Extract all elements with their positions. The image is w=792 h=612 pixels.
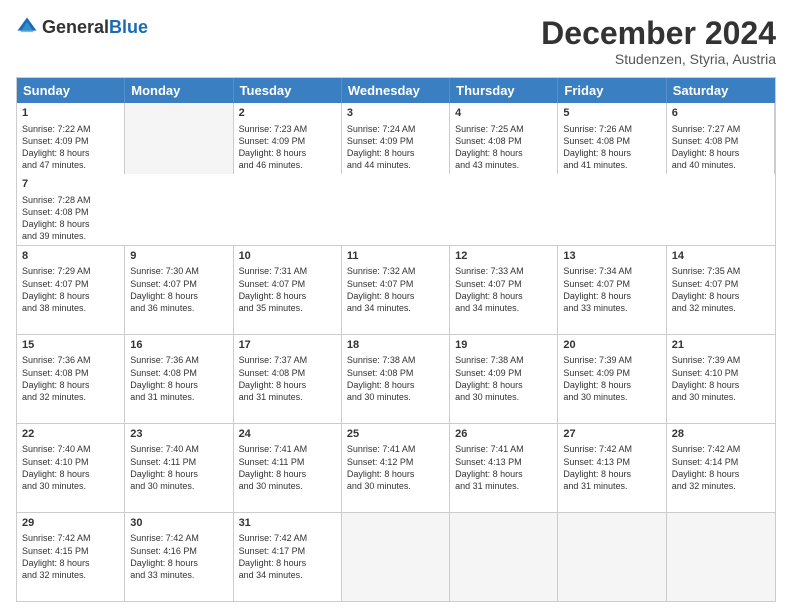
day-header-sunday: Sunday	[17, 78, 125, 103]
logo-icon	[16, 16, 38, 38]
logo-area: GeneralBlue	[16, 16, 148, 38]
calendar-cell-empty	[125, 103, 233, 174]
month-title: December 2024	[541, 16, 776, 51]
calendar-cell: 22Sunrise: 7:40 AMSunset: 4:10 PMDayligh…	[17, 424, 125, 512]
page: GeneralBlue December 2024 Studenzen, Sty…	[0, 0, 792, 612]
location-title: Studenzen, Styria, Austria	[541, 51, 776, 67]
calendar-cell: 23Sunrise: 7:40 AMSunset: 4:11 PMDayligh…	[125, 424, 233, 512]
calendar-cell: 10Sunrise: 7:31 AMSunset: 4:07 PMDayligh…	[234, 246, 342, 334]
calendar-cell: 9Sunrise: 7:30 AMSunset: 4:07 PMDaylight…	[125, 246, 233, 334]
calendar-cell: 3Sunrise: 7:24 AMSunset: 4:09 PMDaylight…	[342, 103, 450, 174]
calendar-cell: 7Sunrise: 7:28 AMSunset: 4:08 PMDaylight…	[17, 174, 125, 245]
calendar-cell: 25Sunrise: 7:41 AMSunset: 4:12 PMDayligh…	[342, 424, 450, 512]
calendar-cell: 16Sunrise: 7:36 AMSunset: 4:08 PMDayligh…	[125, 335, 233, 423]
calendar-cell: 6Sunrise: 7:27 AMSunset: 4:08 PMDaylight…	[667, 103, 775, 174]
logo: GeneralBlue	[16, 16, 148, 38]
calendar-cell: 31Sunrise: 7:42 AMSunset: 4:17 PMDayligh…	[234, 513, 342, 601]
calendar-week: 22Sunrise: 7:40 AMSunset: 4:10 PMDayligh…	[17, 423, 775, 512]
calendar-cell-empty	[667, 513, 775, 601]
calendar-cell: 1Sunrise: 7:22 AMSunset: 4:09 PMDaylight…	[17, 103, 125, 174]
calendar-cell: 17Sunrise: 7:37 AMSunset: 4:08 PMDayligh…	[234, 335, 342, 423]
calendar-cell: 14Sunrise: 7:35 AMSunset: 4:07 PMDayligh…	[667, 246, 775, 334]
day-header-tuesday: Tuesday	[234, 78, 342, 103]
calendar-cell-empty	[342, 513, 450, 601]
calendar-week: 15Sunrise: 7:36 AMSunset: 4:08 PMDayligh…	[17, 334, 775, 423]
calendar-cell: 12Sunrise: 7:33 AMSunset: 4:07 PMDayligh…	[450, 246, 558, 334]
calendar-cell: 29Sunrise: 7:42 AMSunset: 4:15 PMDayligh…	[17, 513, 125, 601]
day-header-monday: Monday	[125, 78, 233, 103]
calendar-cell-empty	[450, 513, 558, 601]
calendar-cell: 20Sunrise: 7:39 AMSunset: 4:09 PMDayligh…	[558, 335, 666, 423]
calendar-cell: 5Sunrise: 7:26 AMSunset: 4:08 PMDaylight…	[558, 103, 666, 174]
calendar-cell: 18Sunrise: 7:38 AMSunset: 4:08 PMDayligh…	[342, 335, 450, 423]
calendar: SundayMondayTuesdayWednesdayThursdayFrid…	[16, 77, 776, 602]
header: GeneralBlue December 2024 Studenzen, Sty…	[16, 16, 776, 67]
calendar-cell: 13Sunrise: 7:34 AMSunset: 4:07 PMDayligh…	[558, 246, 666, 334]
day-header-thursday: Thursday	[450, 78, 558, 103]
calendar-header-row: SundayMondayTuesdayWednesdayThursdayFrid…	[17, 78, 775, 103]
day-header-wednesday: Wednesday	[342, 78, 450, 103]
logo-text: GeneralBlue	[42, 17, 148, 38]
calendar-cell: 27Sunrise: 7:42 AMSunset: 4:13 PMDayligh…	[558, 424, 666, 512]
title-area: December 2024 Studenzen, Styria, Austria	[541, 16, 776, 67]
calendar-body: 1Sunrise: 7:22 AMSunset: 4:09 PMDaylight…	[17, 103, 775, 601]
day-header-friday: Friday	[558, 78, 666, 103]
calendar-cell: 26Sunrise: 7:41 AMSunset: 4:13 PMDayligh…	[450, 424, 558, 512]
calendar-cell: 30Sunrise: 7:42 AMSunset: 4:16 PMDayligh…	[125, 513, 233, 601]
day-header-saturday: Saturday	[667, 78, 775, 103]
calendar-cell: 8Sunrise: 7:29 AMSunset: 4:07 PMDaylight…	[17, 246, 125, 334]
calendar-week: 29Sunrise: 7:42 AMSunset: 4:15 PMDayligh…	[17, 512, 775, 601]
calendar-cell-empty	[558, 513, 666, 601]
calendar-cell: 2Sunrise: 7:23 AMSunset: 4:09 PMDaylight…	[234, 103, 342, 174]
calendar-cell: 11Sunrise: 7:32 AMSunset: 4:07 PMDayligh…	[342, 246, 450, 334]
calendar-week: 1Sunrise: 7:22 AMSunset: 4:09 PMDaylight…	[17, 103, 775, 245]
calendar-cell: 28Sunrise: 7:42 AMSunset: 4:14 PMDayligh…	[667, 424, 775, 512]
calendar-cell: 21Sunrise: 7:39 AMSunset: 4:10 PMDayligh…	[667, 335, 775, 423]
calendar-cell: 19Sunrise: 7:38 AMSunset: 4:09 PMDayligh…	[450, 335, 558, 423]
calendar-week: 8Sunrise: 7:29 AMSunset: 4:07 PMDaylight…	[17, 245, 775, 334]
calendar-cell: 24Sunrise: 7:41 AMSunset: 4:11 PMDayligh…	[234, 424, 342, 512]
calendar-cell: 15Sunrise: 7:36 AMSunset: 4:08 PMDayligh…	[17, 335, 125, 423]
calendar-cell: 4Sunrise: 7:25 AMSunset: 4:08 PMDaylight…	[450, 103, 558, 174]
